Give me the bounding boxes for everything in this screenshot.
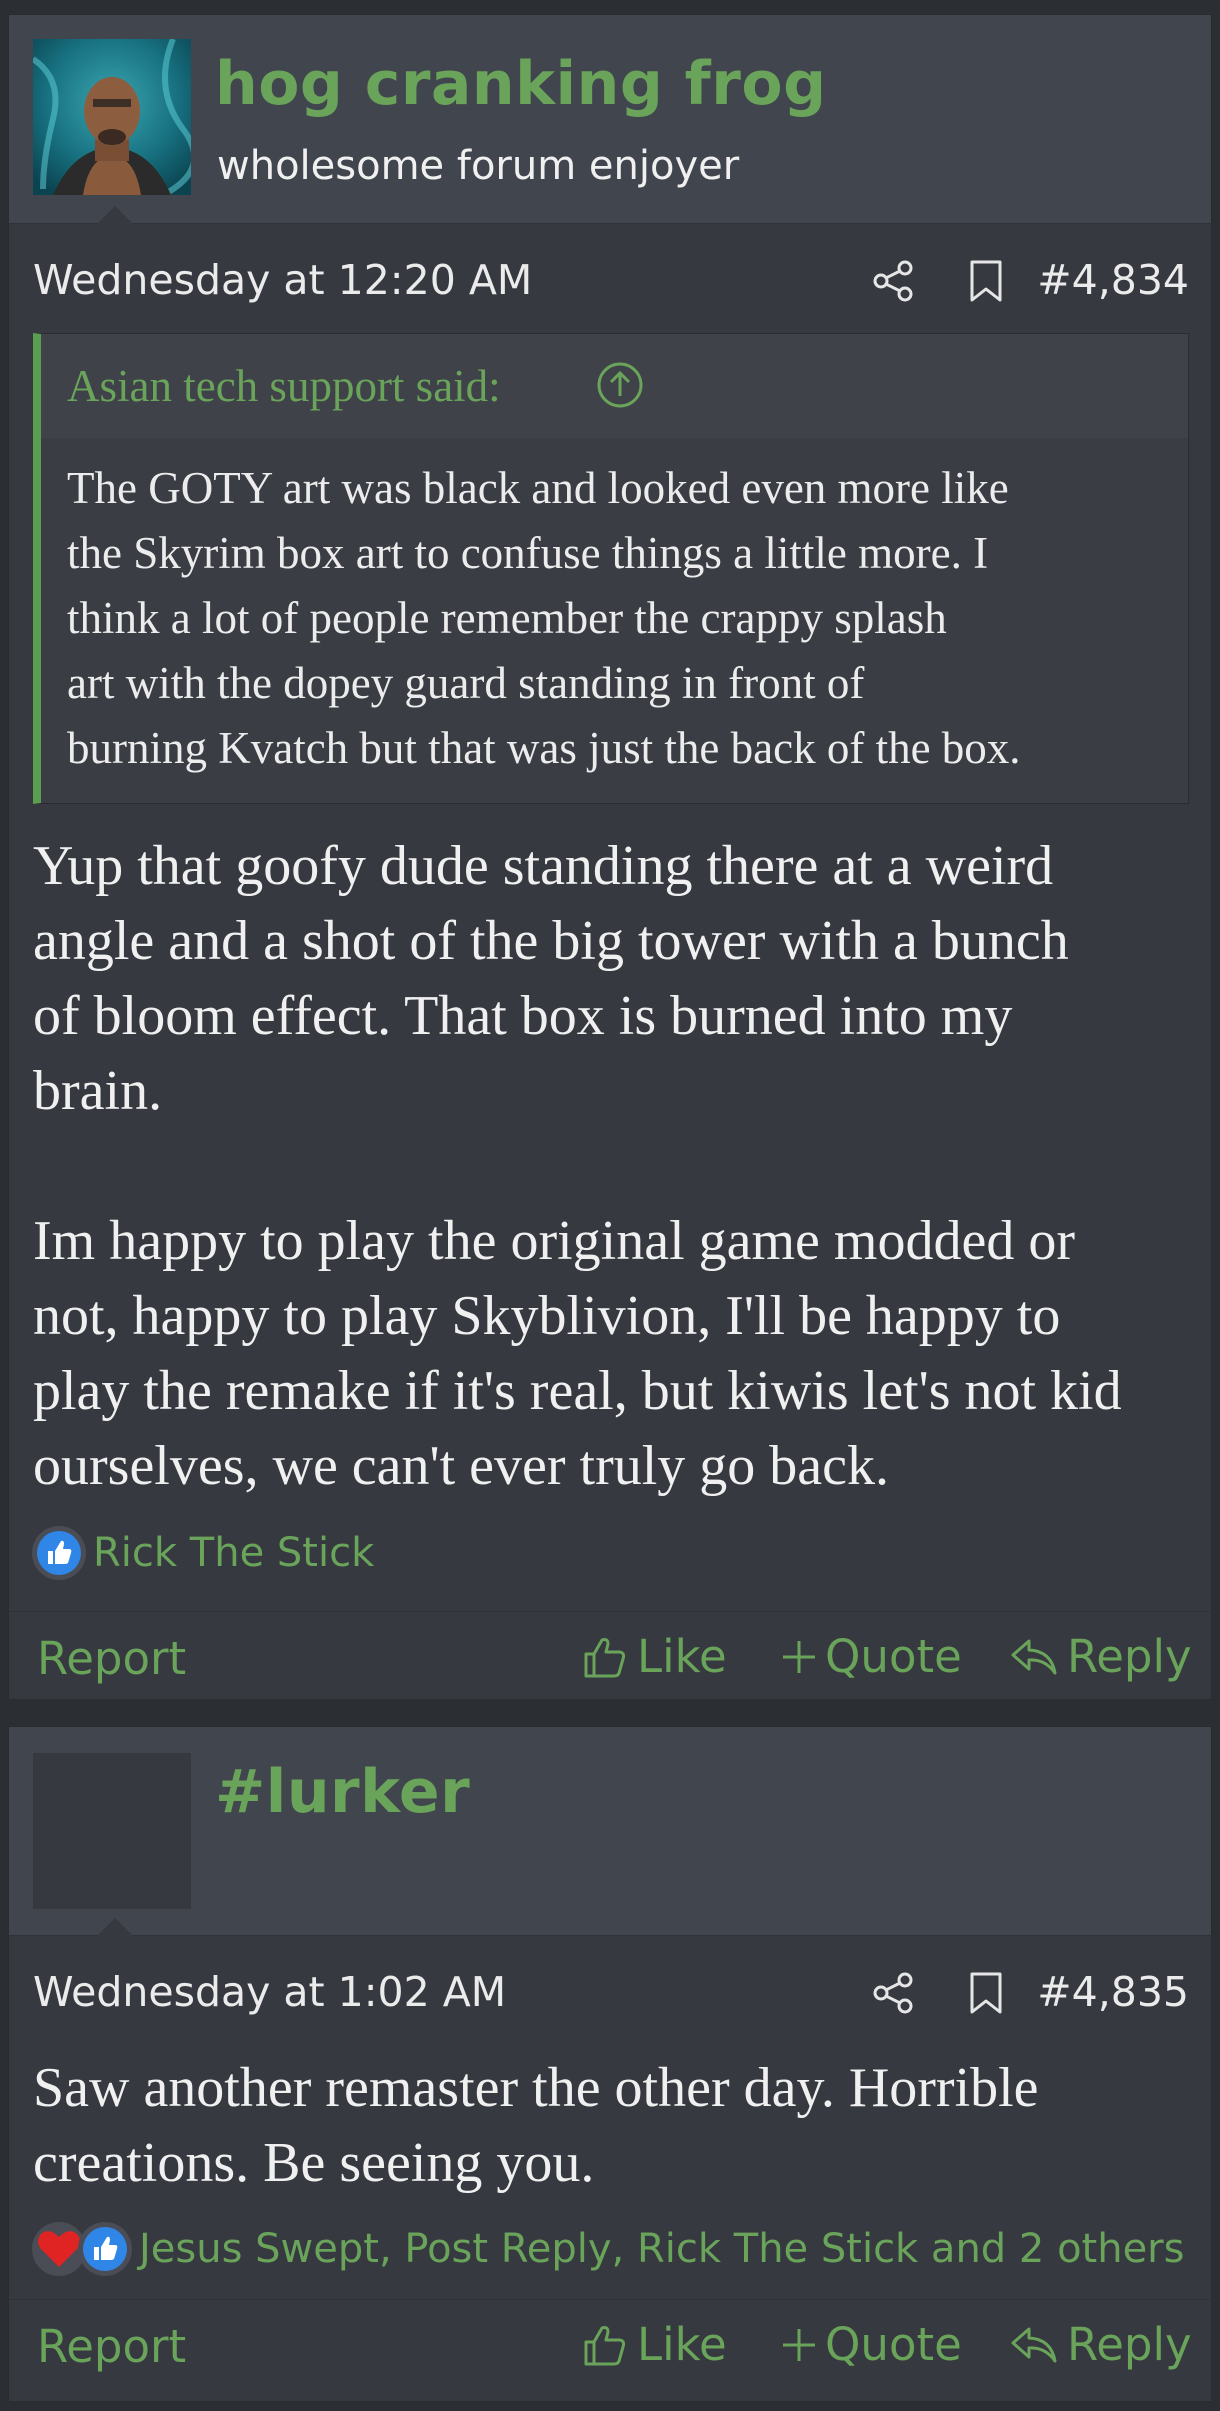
bookmark-icon[interactable] — [963, 1970, 1009, 2016]
post-actions: Report Like Quote Reply — [9, 1611, 1211, 1700]
post-meta: Wednesday at 1:02 AM #4,835 — [9, 1936, 1211, 2046]
plus-icon — [783, 2328, 815, 2361]
body-line: not, happy to play Skyblivion, I'll be h… — [33, 1285, 1061, 1347]
jump-to-quote-icon[interactable] — [595, 360, 645, 410]
post-user-header: hog cranking frog wholesome forum enjoye… — [9, 15, 1211, 224]
body-line — [33, 1129, 1203, 1204]
quote-line: think a lot of people remember the crapp… — [67, 593, 947, 643]
quote-attribution-text[interactable]: Asian tech support said: — [67, 360, 501, 412]
quote-line: the Skyrim box art to confuse things a l… — [67, 528, 989, 578]
report-button[interactable]: Report — [37, 1632, 186, 1685]
post-body: Saw another remaster the other day. Horr… — [33, 2051, 1203, 2201]
post: hog cranking frog wholesome forum enjoye… — [8, 14, 1212, 1700]
post-actions: Report Like Quote Reply — [9, 2299, 1211, 2388]
body-line: Saw another remaster the other day. Horr… — [33, 2057, 1039, 2119]
quote-line: The GOTY art was black and looked even m… — [67, 463, 1009, 513]
reaction-names[interactable]: Jesus Swept, Post Reply, Rick The Stick … — [139, 2226, 1184, 2272]
quote-line: burning Kvatch but that was just the bac… — [67, 723, 1021, 773]
post-user-header: #lurker — [9, 1727, 1211, 1936]
like-label: Like — [637, 1630, 727, 1683]
thumbs-up-icon — [584, 2325, 626, 2365]
like-button[interactable]: Like — [581, 1630, 727, 1683]
like-reaction-icon[interactable] — [31, 1525, 87, 1581]
reactions-bar: Jesus Swept, Post Reply, Rick The Stick … — [31, 2219, 1184, 2279]
quote-label: Quote — [825, 2318, 962, 2371]
body-line: angle and a shot of the big tower with a… — [33, 910, 1069, 972]
post: #lurker Wednesday at 1:02 AM #4,835 Saw … — [8, 1726, 1212, 2402]
avatar[interactable] — [33, 1753, 191, 1909]
quote-attribution[interactable]: Asian tech support said: — [41, 334, 1188, 438]
report-button[interactable]: Report — [37, 2320, 186, 2373]
quote-button[interactable]: Quote — [781, 1630, 962, 1683]
like-label: Like — [637, 2318, 727, 2371]
reply-label: Reply — [1067, 1630, 1192, 1683]
reactions-bar: Rick The Stick — [31, 1523, 374, 1583]
quote-content: The GOTY art was black and looked even m… — [41, 438, 1188, 803]
quote-line: art with the dopey guard standing in fro… — [67, 658, 865, 708]
user-title: wholesome forum enjoyer — [217, 143, 740, 189]
reply-button[interactable]: Reply — [1009, 1630, 1192, 1683]
share-icon[interactable] — [871, 1970, 917, 2016]
username[interactable]: #lurker — [215, 1757, 470, 1827]
post-body: Yup that goofy dude standing there at a … — [33, 829, 1203, 1504]
body-line: play the remake if it's real, but kiwis … — [33, 1360, 1122, 1422]
reply-arrow-icon — [1011, 1639, 1057, 1674]
plus-icon — [783, 1640, 815, 1673]
post-meta: Wednesday at 12:20 AM #4,834 — [9, 224, 1211, 334]
body-line: brain. — [33, 1060, 163, 1122]
body-line: Im happy to play the original game modde… — [33, 1210, 1075, 1272]
body-line: creations. Be seeing you. — [33, 2132, 595, 2194]
post-number[interactable]: #4,835 — [1037, 1968, 1189, 2016]
username[interactable]: hog cranking frog — [215, 49, 827, 119]
bookmark-icon[interactable] — [963, 258, 1009, 304]
body-line: Yup that goofy dude standing there at a … — [33, 835, 1054, 897]
header-caret — [97, 206, 133, 224]
body-line: ourselves, we can't ever truly go back. — [33, 1435, 889, 1497]
header-caret — [97, 1918, 133, 1936]
like-reaction-icon[interactable] — [77, 2221, 133, 2277]
body-line: of bloom effect. That box is burned into… — [33, 985, 1013, 1047]
post-number[interactable]: #4,834 — [1037, 256, 1189, 304]
avatar[interactable] — [33, 39, 191, 195]
share-icon[interactable] — [871, 258, 917, 304]
quote-label: Quote — [825, 1630, 962, 1683]
quote-block: Asian tech support said: The GOTY art wa… — [33, 333, 1189, 804]
reply-label: Reply — [1067, 2318, 1192, 2371]
reply-button[interactable]: Reply — [1009, 2318, 1192, 2371]
like-button[interactable]: Like — [581, 2318, 727, 2371]
quote-button[interactable]: Quote — [781, 2318, 962, 2371]
thumbs-up-icon — [584, 1637, 626, 1677]
reply-arrow-icon — [1011, 2327, 1057, 2362]
reaction-names[interactable]: Rick The Stick — [93, 1530, 374, 1576]
post-date[interactable]: Wednesday at 1:02 AM — [33, 1968, 506, 2016]
post-date[interactable]: Wednesday at 12:20 AM — [33, 256, 532, 304]
